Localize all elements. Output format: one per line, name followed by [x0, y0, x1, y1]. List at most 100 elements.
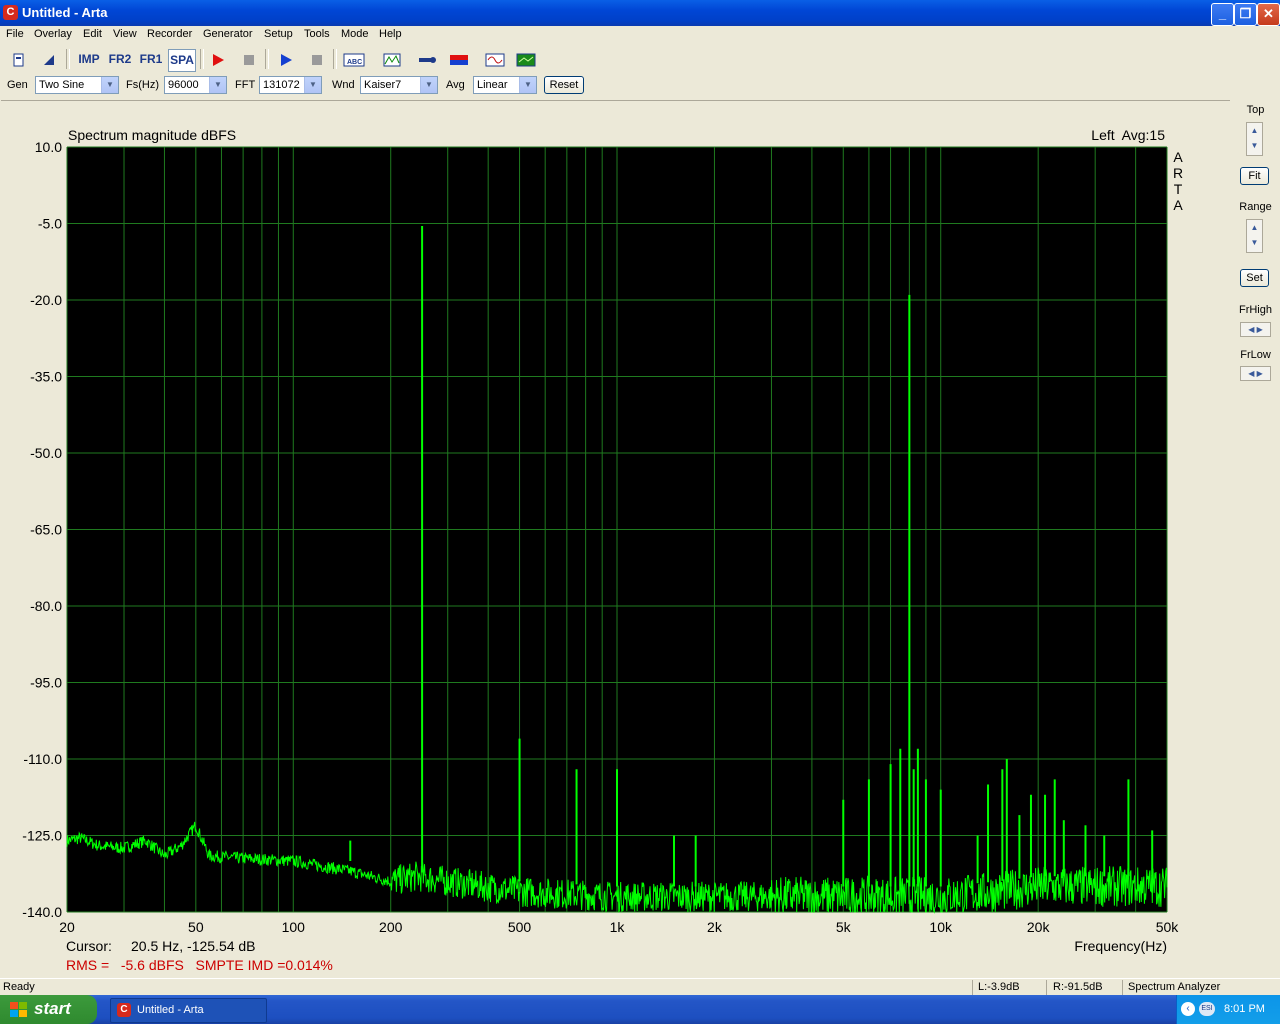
record-icon[interactable] — [207, 49, 229, 70]
chevron-down-icon[interactable]: ▼ — [209, 77, 226, 93]
top-label: Top — [1246, 104, 1265, 116]
spa-mode-button[interactable]: SPA — [168, 49, 196, 72]
menu-mode[interactable]: Mode — [341, 28, 369, 40]
menu-setup[interactable]: Setup — [264, 28, 293, 40]
channel-info: Left Avg:15 — [1091, 127, 1165, 143]
close-button[interactable]: ✕ — [1257, 3, 1280, 26]
y-tick-label: -50.0 — [30, 445, 62, 461]
menu-file[interactable]: File — [6, 28, 24, 40]
clock[interactable]: 8:01 PM — [1224, 1003, 1265, 1015]
menu-view[interactable]: View — [113, 28, 137, 40]
toolbar-separator — [333, 49, 337, 69]
frhigh-spinner[interactable]: ◀ ▶ — [1240, 322, 1271, 337]
menu-bar: File Overlay Edit View Recorder Generato… — [0, 26, 1280, 45]
rms-imd-readout: RMS = -5.6 dBFS SMPTE IMD =0.014% — [66, 957, 333, 973]
status-bar: Ready L:-3.9dB R:-91.5dB Spectrum Analyz… — [0, 978, 1280, 996]
menu-help[interactable]: Help — [379, 28, 402, 40]
status-right-level: R:-91.5dB — [1053, 981, 1103, 993]
chevron-down-icon[interactable]: ▼ — [420, 77, 437, 93]
fs-select[interactable]: 96000 ▼ — [164, 76, 227, 94]
tray-app-icon[interactable]: ESI — [1199, 1002, 1215, 1016]
fft-select[interactable]: 131072 ▼ — [259, 76, 322, 94]
taskbar-item-label: Untitled - Arta — [137, 1004, 204, 1016]
window-title: Untitled - Arta — [22, 5, 108, 20]
arrow-down-icon[interactable]: ▼ — [1247, 235, 1262, 250]
reset-button[interactable]: Reset — [544, 76, 584, 94]
chevron-down-icon[interactable]: ▼ — [519, 77, 536, 93]
avg-label: Avg — [446, 79, 465, 91]
toolbar: IMP FR2 FR1 SPA ABC — [0, 46, 1280, 72]
frlow-spinner[interactable]: ◀ ▶ — [1240, 366, 1271, 381]
fs-label: Fs(Hz) — [126, 79, 159, 91]
x-tick-labels: 20 50 100 200 500 1k 2k 5k 10k 20k 50k — [59, 919, 1179, 935]
top-spinner[interactable]: ▲ ▼ — [1246, 122, 1263, 156]
imp-mode-button[interactable]: IMP — [76, 49, 102, 70]
watermark-letter: R — [1173, 165, 1183, 181]
status-separator — [1122, 980, 1123, 995]
toolbar-separator — [200, 49, 204, 69]
wnd-select[interactable]: Kaiser7 ▼ — [360, 76, 438, 94]
menu-generator[interactable]: Generator — [203, 28, 253, 40]
menu-overlay[interactable]: Overlay — [34, 28, 72, 40]
restore-button[interactable]: ❐ — [1234, 3, 1257, 26]
chevron-down-icon[interactable]: ▼ — [101, 77, 118, 93]
range-spinner[interactable]: ▲ ▼ — [1246, 219, 1263, 253]
fit-button[interactable]: Fit — [1240, 167, 1269, 185]
tray-expand-icon[interactable]: ‹ — [1181, 1002, 1195, 1016]
menu-recorder[interactable]: Recorder — [147, 28, 192, 40]
x-tick-label: 50k — [1156, 919, 1180, 935]
fr1-mode-button[interactable]: FR1 — [138, 49, 164, 70]
open-icon[interactable] — [38, 49, 60, 70]
stop-gen-icon[interactable] — [306, 49, 328, 70]
frhigh-label: FrHigh — [1238, 304, 1272, 316]
x-tick-label: 10k — [929, 919, 953, 935]
y-tick-label: -140.0 — [22, 904, 62, 920]
fr2-mode-button[interactable]: FR2 — [107, 49, 133, 70]
arrow-up-icon[interactable]: ▲ — [1247, 123, 1262, 138]
y-tick-label: -35.0 — [30, 369, 62, 385]
watermark-letter: T — [1174, 181, 1183, 197]
set-button[interactable]: Set — [1240, 269, 1269, 287]
play-icon[interactable] — [275, 49, 297, 70]
arta-app-icon[interactable]: C — [3, 5, 18, 20]
color-icon[interactable] — [448, 49, 470, 70]
y-tick-label: -20.0 — [30, 292, 62, 308]
fft-label: FFT — [235, 79, 256, 91]
status-mode: Spectrum Analyzer — [1128, 981, 1221, 993]
new-icon[interactable] — [8, 49, 30, 70]
minimize-button[interactable]: _ — [1211, 3, 1234, 26]
gen-value: Two Sine — [39, 79, 85, 91]
y-tick-label: -5.0 — [38, 216, 62, 232]
svg-text:ABC: ABC — [347, 59, 362, 66]
menu-tools[interactable]: Tools — [304, 28, 330, 40]
taskbar-item-arta[interactable]: C Untitled - Arta — [110, 998, 267, 1023]
avg-select[interactable]: Linear ▼ — [473, 76, 537, 94]
text-label-icon[interactable]: ABC — [342, 49, 366, 70]
y-tick-labels: 10.0 -5.0 -20.0 -35.0 -50.0 -65.0 -80.0 -95.0 -1… — [22, 139, 62, 920]
title-bar: C Untitled - Arta _ ❐ ✕ — [0, 0, 1280, 26]
arrow-down-icon[interactable]: ▼ — [1247, 138, 1262, 153]
overlay-icon[interactable] — [381, 49, 403, 70]
stop-icon[interactable] — [238, 49, 260, 70]
arrow-up-icon[interactable]: ▲ — [1247, 220, 1262, 235]
x-tick-label: 500 — [508, 919, 532, 935]
frlow-label: FrLow — [1240, 349, 1271, 361]
wnd-value: Kaiser7 — [364, 79, 402, 91]
watermark-letter: A — [1173, 197, 1183, 213]
fs-value: 96000 — [168, 79, 199, 91]
x-tick-label: 100 — [282, 919, 306, 935]
menu-edit[interactable]: Edit — [83, 28, 102, 40]
signal-icon[interactable] — [484, 49, 506, 70]
spectrum-chart[interactable]: Spectrum magnitude dBFS Left Avg:15 10.0… — [1, 101, 1230, 978]
graph-icon[interactable] — [515, 49, 537, 70]
gen-select[interactable]: Two Sine ▼ — [35, 76, 119, 94]
calibration-icon[interactable] — [416, 49, 438, 70]
avg-value: Linear — [477, 79, 508, 91]
x-tick-label: 1k — [610, 919, 626, 935]
start-button[interactable]: start — [0, 995, 97, 1024]
y-tick-label: -95.0 — [30, 675, 62, 691]
cursor-value: 20.5 Hz, -125.54 dB — [131, 938, 256, 954]
x-tick-label: 2k — [707, 919, 723, 935]
chevron-down-icon[interactable]: ▼ — [304, 77, 321, 93]
analyzer-controls: Gen Two Sine ▼ Fs(Hz) 96000 ▼ FFT 131072… — [0, 73, 1280, 98]
